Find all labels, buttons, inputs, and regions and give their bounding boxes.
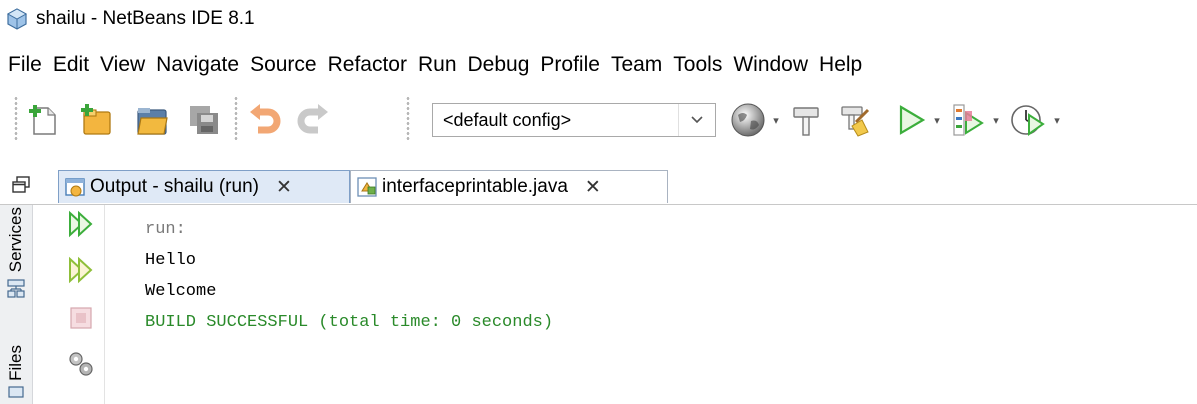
services-tab-label: Services — [6, 207, 25, 273]
redo-icon — [297, 104, 328, 134]
output-settings-button[interactable] — [64, 347, 98, 381]
restore-window-icon[interactable] — [12, 176, 30, 194]
tab-output-label: Output - shailu (run) — [90, 176, 259, 197]
menu-window[interactable]: Window — [727, 48, 813, 82]
menu-run[interactable]: Run — [412, 48, 462, 82]
stop-button[interactable] — [64, 301, 98, 335]
run-project-icon — [899, 105, 926, 135]
debug-project-icon — [953, 104, 984, 136]
browser-dropdown-icon[interactable]: ▾ — [771, 116, 781, 127]
build-button[interactable] — [786, 100, 826, 140]
rerun-with-params-button[interactable] — [64, 253, 98, 287]
output-window-icon — [65, 178, 85, 197]
left-side-bar: Services Files — [0, 205, 33, 404]
redo-button[interactable] — [294, 100, 334, 140]
debug-project-button[interactable] — [948, 100, 988, 140]
menu-source[interactable]: Source — [244, 48, 322, 82]
console-line: run: — [145, 220, 186, 239]
save-all-button[interactable] — [184, 100, 224, 140]
files-tab-label: Files — [6, 345, 25, 381]
menu-debug[interactable]: Debug — [462, 48, 535, 82]
profile-project-button[interactable] — [1008, 100, 1048, 140]
new-file-icon — [29, 105, 56, 135]
profile-dropdown-icon[interactable]: ▾ — [1052, 116, 1062, 127]
rerun-button[interactable] — [64, 207, 98, 241]
tab-output[interactable]: Output - shailu (run) ✕ — [58, 170, 350, 203]
save-all-icon — [190, 106, 218, 134]
menu-profile[interactable]: Profile — [534, 48, 605, 82]
new-project-icon — [81, 104, 111, 135]
console-line: Welcome — [145, 282, 217, 301]
output-console[interactable]: run: Hello Welcome BUILD SUCCESSFUL (tot… — [145, 214, 553, 338]
menu-team[interactable]: Team — [605, 48, 667, 82]
config-select-value: <default config> — [443, 110, 572, 130]
stop-icon — [70, 307, 92, 329]
output-controls — [58, 205, 105, 404]
menu-navigate[interactable]: Navigate — [150, 48, 244, 82]
services-side-tab[interactable]: Services — [0, 207, 32, 300]
menu-edit[interactable]: Edit — [47, 48, 94, 82]
files-side-tab[interactable]: Files — [0, 345, 32, 399]
menu-refactor[interactable]: Refactor — [322, 48, 412, 82]
files-icon — [8, 386, 24, 398]
menu-tools[interactable]: Tools — [667, 48, 727, 82]
clean-build-icon — [841, 106, 870, 137]
build-hammer-icon — [793, 107, 819, 136]
chevron-down-icon — [678, 104, 715, 136]
title-bar: shailu - NetBeans IDE 8.1 — [0, 0, 1197, 40]
undo-button[interactable] — [244, 100, 284, 140]
rerun-icon — [69, 210, 93, 238]
menu-bar: File Edit View Navigate Source Refactor … — [0, 48, 867, 82]
close-icon[interactable]: ✕ — [275, 176, 293, 199]
tab-java-label: interfaceprintable.java — [382, 176, 568, 197]
console-line: BUILD SUCCESSFUL (total time: 0 seconds) — [145, 313, 554, 332]
profile-project-icon — [1011, 105, 1045, 136]
undo-icon — [250, 104, 281, 134]
main-toolbar: <default config> ▾ ▾ ▾ ▾ — [0, 90, 1197, 148]
browser-button[interactable] — [728, 100, 768, 140]
config-select[interactable]: <default config> — [432, 103, 716, 137]
close-icon[interactable]: ✕ — [584, 176, 602, 199]
services-icon — [7, 279, 25, 298]
output-tab-strip: Output - shailu (run) ✕ interfaceprintab… — [0, 168, 1197, 205]
window-title: shailu - NetBeans IDE 8.1 — [36, 8, 255, 29]
toolbar-grip[interactable] — [14, 96, 18, 142]
toolbar-grip-2[interactable] — [234, 96, 238, 142]
menu-view[interactable]: View — [94, 48, 150, 82]
run-project-button[interactable] — [890, 100, 930, 140]
new-project-button[interactable] — [76, 100, 116, 140]
settings-icon — [69, 352, 93, 376]
open-project-button[interactable] — [132, 100, 172, 140]
console-line: Hello — [145, 251, 197, 270]
tab-interfaceprintable[interactable]: interfaceprintable.java ✕ — [350, 170, 668, 203]
new-file-button[interactable] — [24, 100, 64, 140]
rerun-with-params-icon — [69, 256, 93, 284]
browser-globe-icon — [731, 103, 765, 137]
netbeans-cube-icon — [6, 8, 28, 30]
menu-help[interactable]: Help — [813, 48, 867, 82]
menu-file[interactable]: File — [0, 48, 47, 82]
open-project-icon — [137, 108, 168, 135]
clean-build-button[interactable] — [836, 100, 876, 140]
java-file-icon — [357, 177, 377, 197]
toolbar-grip-3[interactable] — [406, 96, 410, 142]
debug-dropdown-icon[interactable]: ▾ — [991, 116, 1001, 127]
run-dropdown-icon[interactable]: ▾ — [932, 116, 942, 127]
